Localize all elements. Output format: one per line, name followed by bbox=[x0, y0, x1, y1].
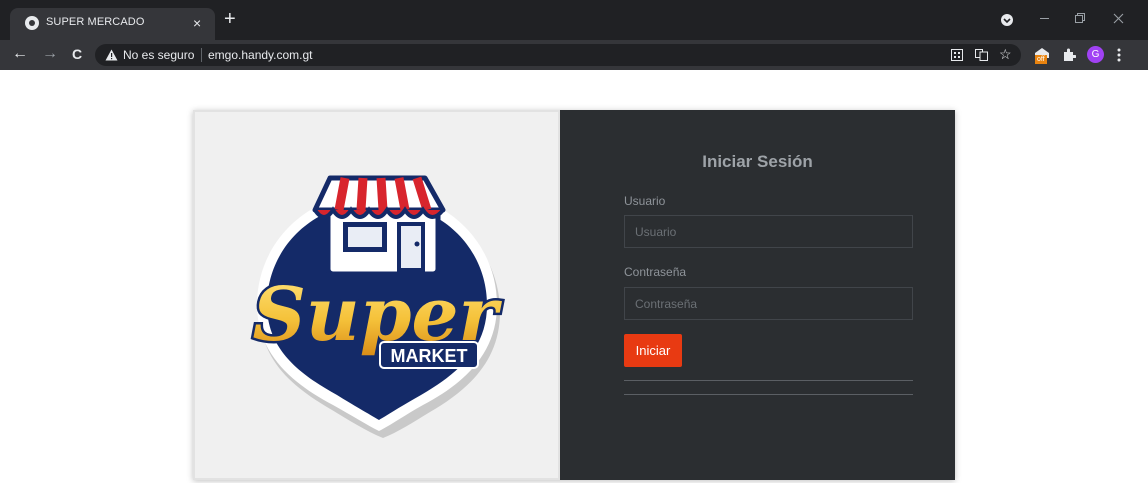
minimize-icon[interactable] bbox=[1040, 18, 1052, 21]
omnibox-divider bbox=[201, 48, 202, 62]
tab-search-icon[interactable] bbox=[1000, 13, 1014, 27]
divider-line bbox=[624, 394, 913, 395]
password-label: Contraseña bbox=[624, 265, 687, 279]
browser-toolbar: ← → C No es seguro emgo.handy.com.gt ☆ o… bbox=[0, 40, 1148, 70]
password-input[interactable] bbox=[624, 287, 913, 320]
browser-tab-strip: SUPER MERCADO × + bbox=[0, 0, 1148, 40]
qr-code-icon[interactable] bbox=[951, 49, 963, 61]
login-card: Super MARKET Iniciar Sesión Usuario Cont… bbox=[193, 110, 955, 480]
new-tab-button[interactable]: + bbox=[224, 9, 236, 29]
extensions-puzzle-icon[interactable] bbox=[1062, 48, 1076, 62]
supermarket-logo: Super MARKET bbox=[250, 175, 505, 438]
security-status[interactable]: No es seguro bbox=[123, 48, 194, 62]
tab-close-icon[interactable]: × bbox=[193, 15, 201, 31]
extension-home-icon[interactable]: off bbox=[1034, 47, 1050, 64]
extension-badge: off bbox=[1035, 55, 1047, 64]
username-input[interactable] bbox=[624, 215, 913, 248]
globe-icon bbox=[25, 16, 39, 30]
warning-icon[interactable] bbox=[105, 49, 118, 61]
back-button[interactable]: ← bbox=[12, 45, 28, 63]
page-content: Super MARKET Iniciar Sesión Usuario Cont… bbox=[0, 70, 1148, 480]
bookmark-star-icon[interactable]: ☆ bbox=[999, 46, 1012, 63]
logo-subword: MARKET bbox=[391, 346, 468, 366]
logo-panel: Super MARKET bbox=[193, 110, 560, 480]
profile-avatar[interactable]: G bbox=[1087, 46, 1104, 63]
login-button[interactable]: Iniciar bbox=[624, 334, 682, 367]
close-window-icon[interactable] bbox=[1113, 13, 1125, 25]
forward-button[interactable]: → bbox=[42, 45, 58, 63]
login-title: Iniciar Sesión bbox=[702, 152, 813, 171]
url-text[interactable]: emgo.handy.com.gt bbox=[208, 48, 313, 62]
login-panel: Iniciar Sesión Usuario Contraseña Inicia… bbox=[560, 110, 955, 480]
address-bar[interactable]: No es seguro emgo.handy.com.gt ☆ bbox=[95, 44, 1021, 66]
browser-tab[interactable]: SUPER MERCADO × bbox=[10, 8, 215, 40]
browser-menu-icon[interactable] bbox=[1117, 48, 1121, 62]
translate-icon[interactable] bbox=[975, 49, 988, 61]
tab-title: SUPER MERCADO bbox=[46, 16, 145, 28]
restore-icon[interactable] bbox=[1075, 13, 1087, 25]
divider-line bbox=[624, 380, 913, 381]
reload-button[interactable]: C bbox=[72, 45, 82, 63]
username-label: Usuario bbox=[624, 194, 666, 208]
